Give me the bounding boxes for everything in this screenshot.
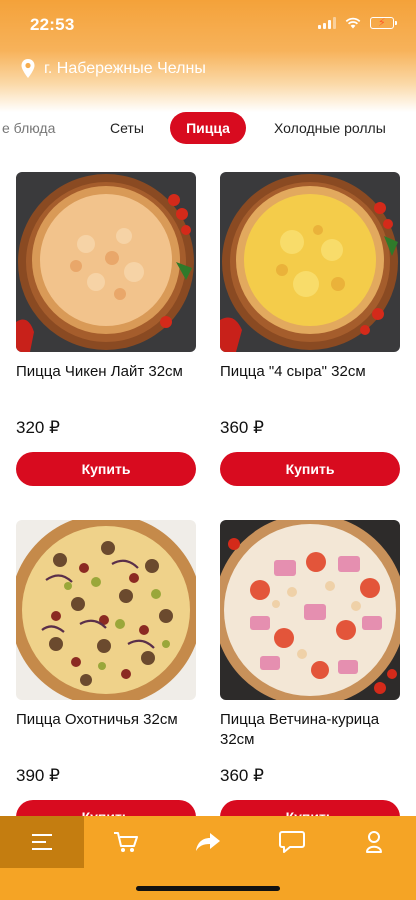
profile-icon — [366, 831, 382, 853]
home-indicator — [136, 886, 280, 891]
nav-menu[interactable] — [0, 816, 84, 868]
product-card[interactable]: Пицца Охотничья 32см 390 ₽ Купить — [16, 520, 196, 834]
status-bar: 22:53 ⚡ — [0, 0, 416, 50]
product-price: 360 ₽ — [220, 766, 264, 785]
product-name: Пицца Ветчина-курица 32см — [220, 711, 380, 748]
product-name: Пицца "4 сыра" 32см — [220, 363, 366, 380]
category-tabs: е блюда Сеты Пицца Холодные роллы — [0, 112, 416, 146]
product-image[interactable] — [16, 520, 196, 700]
tab-category-cold-rolls[interactable]: Холодные роллы — [274, 112, 386, 144]
product-card[interactable]: Пицца "4 сыра" 32см 360 ₽ Купить — [220, 172, 400, 486]
tab-category-pizza[interactable]: Пицца — [170, 112, 246, 144]
chat-icon — [279, 831, 305, 853]
buy-button[interactable]: Купить — [16, 452, 196, 486]
location-city: г. Набережные Челны — [44, 60, 206, 77]
status-time: 22:53 — [30, 15, 75, 34]
tab-category-sets[interactable]: Сеты — [110, 112, 144, 144]
nav-profile[interactable] — [332, 816, 416, 868]
tab-category-dishes[interactable]: е блюда — [2, 112, 55, 144]
product-name: Пицца Чикен Лайт 32см — [16, 363, 183, 380]
product-price: 390 ₽ — [16, 766, 60, 785]
product-price: 360 ₽ — [220, 418, 264, 437]
share-icon — [196, 833, 220, 851]
cellular-signal-icon — [318, 17, 336, 29]
cart-icon — [114, 832, 138, 852]
nav-cart[interactable] — [84, 816, 168, 868]
menu-icon — [32, 834, 52, 850]
location-pin-icon — [21, 59, 35, 78]
nav-share[interactable] — [166, 816, 250, 868]
wifi-icon — [345, 17, 361, 29]
product-image[interactable] — [220, 172, 400, 352]
product-card[interactable]: Пицца Чикен Лайт 32см 320 ₽ Купить — [16, 172, 196, 486]
status-icons: ⚡ — [318, 17, 397, 29]
product-image[interactable] — [16, 172, 196, 352]
battery-icon: ⚡ — [370, 17, 397, 29]
product-price: 320 ₽ — [16, 418, 60, 437]
nav-chat[interactable] — [250, 816, 334, 868]
location-selector[interactable]: г. Набережные Челны — [20, 58, 206, 80]
product-card[interactable]: Пицца Ветчина-курица 32см 360 ₽ Купить — [220, 520, 400, 834]
product-image[interactable] — [220, 520, 400, 700]
buy-button[interactable]: Купить — [220, 452, 400, 486]
product-name: Пицца Охотничья 32см — [16, 711, 178, 728]
